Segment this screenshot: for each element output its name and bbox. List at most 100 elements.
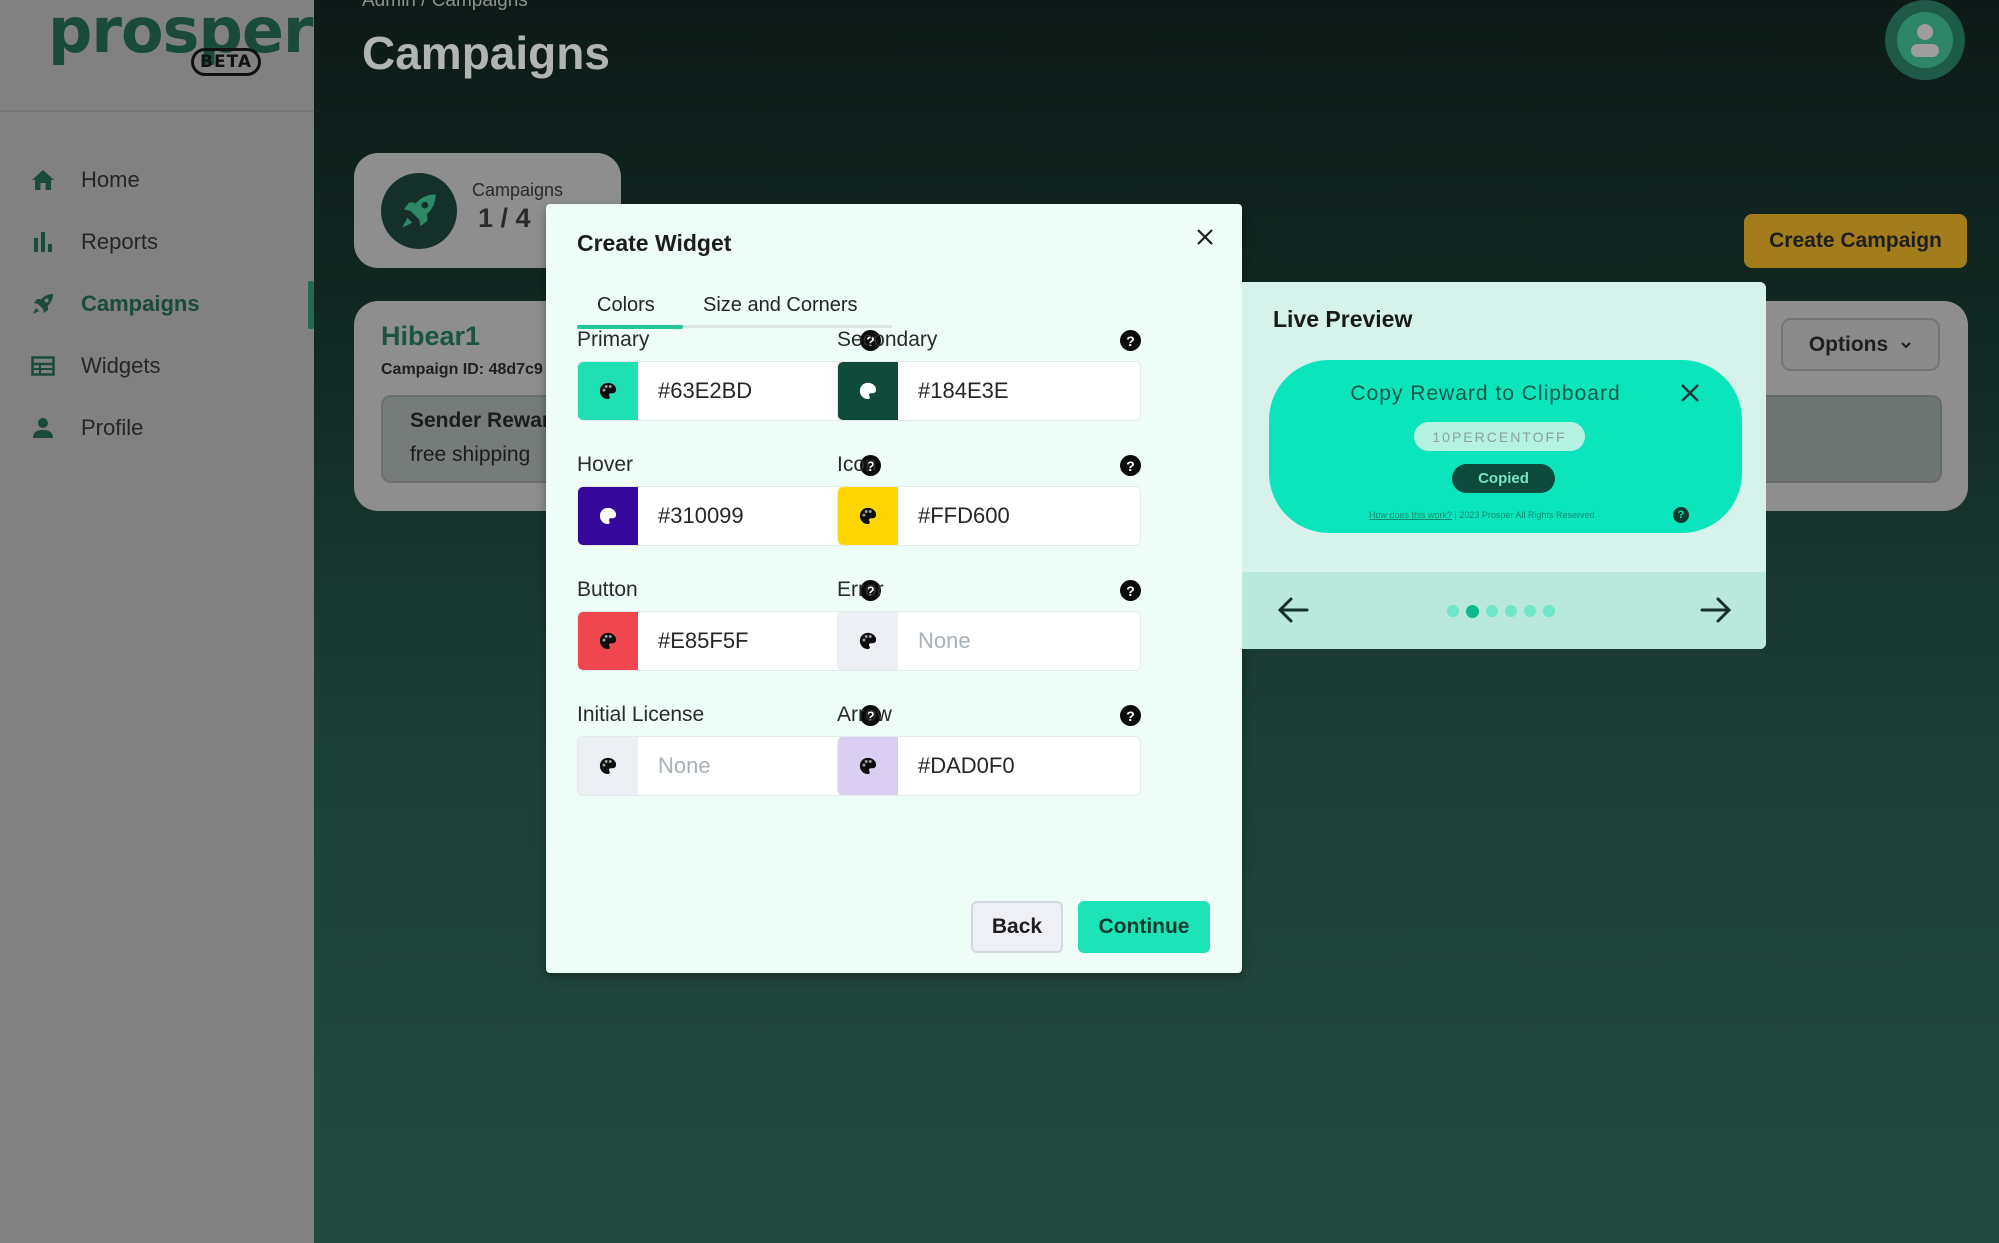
color-swatch[interactable] <box>578 487 638 545</box>
sidebar-item-label: Reports <box>81 229 159 254</box>
widget-layout-icon <box>30 353 56 379</box>
color-value[interactable]: #FFD600 <box>918 503 1010 529</box>
sidebar-item-label: Campaigns <box>81 291 200 316</box>
palette-icon <box>599 757 617 775</box>
logo[interactable]: prosper BETA <box>0 0 314 112</box>
color-swatch[interactable] <box>838 487 898 545</box>
options-dropdown[interactable]: Options <box>1781 318 1940 371</box>
page-title: Campaigns <box>362 27 610 79</box>
copyright-text: | 2023 Prosper All Rights Reserved <box>1452 510 1595 520</box>
pagination-dot[interactable] <box>1486 605 1498 617</box>
avatar[interactable] <box>1885 0 1965 80</box>
close-button[interactable] <box>1190 222 1220 252</box>
reward-code[interactable]: 10PERCENTOFF <box>1414 422 1585 451</box>
user-icon <box>1911 24 1939 57</box>
color-swatch[interactable] <box>578 737 638 795</box>
rocket-icon <box>30 291 56 317</box>
field-label: Hover <box>577 453 634 476</box>
field-label: Error <box>837 578 884 601</box>
field-label: Button <box>577 578 638 601</box>
field-label: Secondary <box>837 328 938 351</box>
widget-close-button[interactable] <box>1677 380 1703 406</box>
color-value[interactable]: #63E2BD <box>658 378 752 404</box>
hover-color-input[interactable]: #310099 <box>577 486 881 546</box>
field-label: Arrow <box>837 703 892 726</box>
sidebar-item-widgets[interactable]: Widgets <box>0 341 314 391</box>
color-value[interactable]: #184E3E <box>918 378 1009 404</box>
sidebar-item-label: Home <box>81 167 140 192</box>
help-icon[interactable]: ? <box>1120 330 1141 351</box>
next-arrow[interactable] <box>1696 592 1736 628</box>
tab-size-and-corners[interactable]: Size and Corners <box>703 294 858 317</box>
palette-icon <box>599 382 617 400</box>
sidebar-item-reports[interactable]: Reports <box>0 217 314 267</box>
live-preview-title: Live Preview <box>1273 306 1413 332</box>
breadcrumb[interactable]: Admin / Campaigns <box>362 0 528 12</box>
help-icon[interactable]: ? <box>1120 580 1141 601</box>
home-icon <box>30 167 56 193</box>
sidebar-item-campaigns[interactable]: Campaigns <box>0 279 314 329</box>
palette-icon <box>599 632 617 650</box>
error-color-input[interactable]: None <box>837 611 1141 671</box>
tab-bar: Colors Size and Corners <box>577 280 892 329</box>
pagination-dot[interactable] <box>1466 605 1479 618</box>
copied-button[interactable]: Copied <box>1452 464 1555 493</box>
close-icon <box>1681 384 1699 402</box>
sidebar-item-label: Widgets <box>81 353 161 378</box>
stats-value: 1 / 4 <box>478 203 531 233</box>
color-value[interactable]: None <box>658 753 711 779</box>
sidebar-item-home[interactable]: Home <box>0 155 314 205</box>
create-widget-modal: Create Widget Colors Size and Corners Pr… <box>546 204 1242 973</box>
pagination-dot[interactable] <box>1524 605 1536 617</box>
close-icon <box>1197 229 1213 245</box>
color-value[interactable]: #E85F5F <box>658 628 749 654</box>
button-color-input[interactable]: #E85F5F <box>577 611 881 671</box>
color-swatch[interactable] <box>578 612 638 670</box>
active-nav-indicator <box>308 281 314 329</box>
field-label: Primary <box>577 328 650 351</box>
campaign-id: Campaign ID: 48d7c9 <box>381 361 543 378</box>
pagination-dot[interactable] <box>1543 605 1555 617</box>
color-value[interactable]: #310099 <box>658 503 744 529</box>
color-swatch[interactable] <box>838 737 898 795</box>
stats-label: Campaigns <box>472 180 564 200</box>
color-value[interactable]: None <box>918 628 971 654</box>
sidebar-item-label: Profile <box>81 415 144 440</box>
logo-text: prosper <box>48 0 313 67</box>
tab-colors[interactable]: Colors <box>597 294 655 317</box>
arrow-right-icon <box>1700 597 1732 623</box>
continue-button[interactable]: Continue <box>1078 901 1210 953</box>
primary-color-input[interactable]: #63E2BD <box>577 361 881 421</box>
how-it-works-link[interactable]: How does this work? <box>1369 510 1452 520</box>
pagination-dot[interactable] <box>1447 605 1459 617</box>
preview-pagination <box>1242 572 1766 649</box>
help-icon[interactable]: ? <box>1120 705 1141 726</box>
pagination-dot[interactable] <box>1505 605 1517 617</box>
campaign-name[interactable]: Hibear1 <box>381 321 480 352</box>
palette-icon <box>859 382 877 400</box>
arrow-color-input[interactable]: #DAD0F0 <box>837 736 1141 796</box>
back-button[interactable]: Back <box>971 901 1063 953</box>
palette-icon <box>859 632 877 650</box>
previous-arrow[interactable] <box>1273 592 1313 628</box>
person-icon <box>30 415 56 441</box>
icon-color-input[interactable]: #FFD600 <box>837 486 1141 546</box>
help-icon[interactable]: ? <box>1120 455 1141 476</box>
rocket-icon <box>381 173 457 249</box>
modal-title: Create Widget <box>577 230 732 256</box>
reward-title: Sender Reward <box>410 409 563 432</box>
color-swatch[interactable] <box>578 362 638 420</box>
sidebar-item-profile[interactable]: Profile <box>0 403 314 453</box>
create-campaign-button[interactable]: Create Campaign <box>1744 214 1967 268</box>
options-label: Options <box>1808 332 1889 356</box>
pagination-dots <box>1447 605 1555 618</box>
palette-icon <box>859 757 877 775</box>
secondary-color-input[interactable]: #184E3E <box>837 361 1141 421</box>
help-icon[interactable]: ? <box>1673 507 1689 523</box>
palette-icon <box>859 507 877 525</box>
color-value[interactable]: #DAD0F0 <box>918 753 1015 779</box>
initial-license-color-input[interactable]: None <box>577 736 881 796</box>
color-swatch[interactable] <box>838 612 898 670</box>
beta-badge: BETA <box>191 48 262 76</box>
color-swatch[interactable] <box>838 362 898 420</box>
